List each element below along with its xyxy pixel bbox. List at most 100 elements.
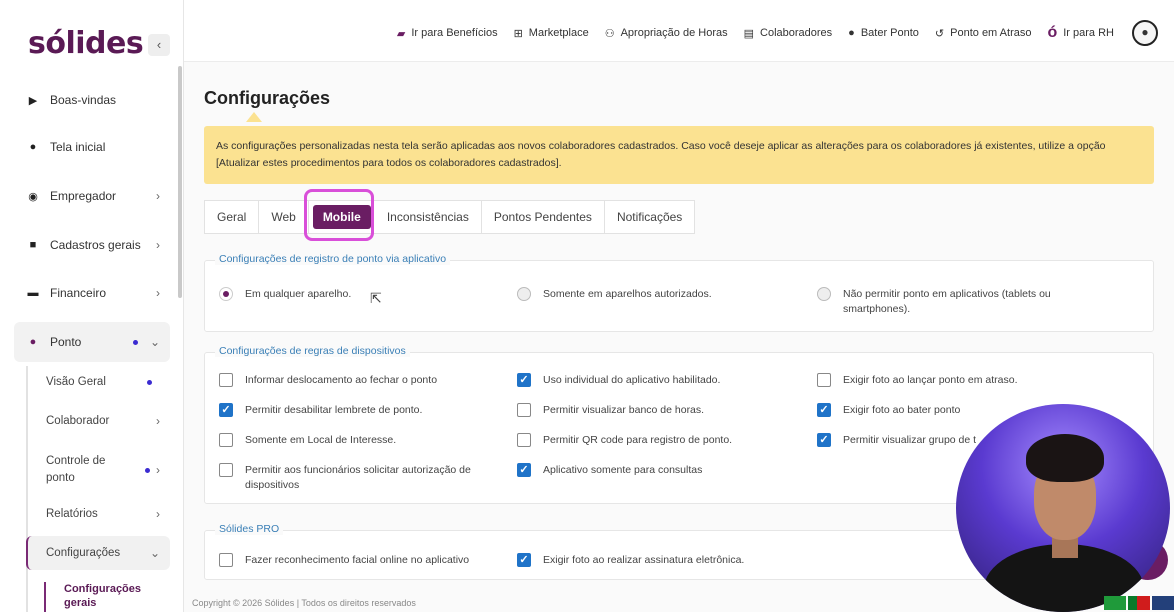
link-colaboradores[interactable]: ▤ Colaboradores [744,27,833,40]
link-label: Marketplace [528,27,589,39]
link-ir-para-beneficios[interactable]: ▰ Ir para Benefícios [397,27,498,40]
checkbox[interactable]: ✓ [517,463,531,477]
flag-portugal-icon[interactable] [1128,596,1150,610]
history-icon: ↺ [934,27,945,40]
subitem-label: Relatórios [46,508,98,520]
sidebar: sólides ‹ ▶ Boas-vindas ● Tela inicial ◉… [0,0,184,612]
checkbox-visualizar-banco-horas[interactable]: Permitir visualizar banco de horas. [517,403,704,418]
sidebar-subsubitem-configuracoes-gerais[interactable]: Configurações gerais [44,582,174,612]
flag-uk-icon[interactable] [1152,596,1174,610]
footer-copyright: Copyright © 2026 Sólides | Todos os dire… [192,598,416,608]
title-decoration [246,112,262,122]
solides-rh-icon: ó [1047,24,1058,41]
link-apropriacao-de-horas[interactable]: ⚇ Apropriação de Horas [605,27,728,40]
group-legend: Configurações de registro de ponto via a… [215,253,451,265]
play-icon: ▶ [28,94,38,107]
badge-icon: ▤ [743,27,755,40]
link-label: Apropriação de Horas [620,27,728,39]
link-ponto-em-atraso[interactable]: ↺ Ponto em Atraso [935,27,1032,40]
radio-somente-aparelhos-autorizados[interactable]: Somente em aparelhos autorizados. [517,287,712,302]
notification-dot [133,339,138,345]
checkbox[interactable] [219,433,233,447]
clock-icon: ● [29,336,37,348]
checkbox[interactable] [517,433,531,447]
user-circle-icon: ◉ [28,190,38,203]
sidebar-item-boas-vindas[interactable]: ▶ Boas-vindas [14,80,170,120]
radio-button[interactable] [517,287,531,301]
checkbox-desabilitar-lembrete[interactable]: ✓ Permitir desabilitar lembrete de ponto… [219,403,422,418]
checkbox-qr-code[interactable]: Permitir QR code para registro de ponto. [517,433,732,448]
checkbox[interactable] [219,553,233,567]
chevron-left-icon[interactable]: ‹ [148,34,170,56]
checkbox-solicitar-autorizacao[interactable]: Permitir aos funcionários solicitar auto… [219,463,489,493]
tab-web[interactable]: Web [259,201,309,233]
link-ir-para-rh[interactable]: ó Ir para RH [1047,24,1114,42]
checkbox-uso-individual[interactable]: ✓ Uso individual do aplicativo habilitad… [517,373,720,388]
sidebar-item-ponto[interactable]: ● Ponto ⌄ [14,322,170,362]
checkbox[interactable]: ✓ [517,553,531,567]
sidebar-item-label: Boas-vindas [50,93,117,107]
checkbox[interactable] [219,463,233,477]
user-icon[interactable]: ● [1132,20,1158,46]
option-label: Informar deslocamento ao fechar o ponto [245,374,438,386]
mouse-cursor-icon: ⇱ [370,290,382,306]
radio-button[interactable] [817,287,831,301]
solides-logo[interactable]: sólides [28,26,144,61]
checkbox-exigir-foto-atraso[interactable]: Exigir foto ao lançar ponto em atraso. [817,373,1018,388]
radio-em-qualquer-aparelho[interactable]: Em qualquer aparelho. [219,287,351,302]
list-icon: ■ [29,239,37,251]
submenu-line [26,366,28,612]
checkbox-foto-assinatura[interactable]: ✓ Exigir foto ao realizar assinatura ele… [517,553,744,568]
checkbox-reconhecimento-facial[interactable]: Fazer reconhecimento facial online no ap… [219,553,469,568]
option-label: Não permitir ponto em aplicativos (table… [843,288,1051,315]
sidebar-item-cadastros-gerais[interactable]: ■ Cadastros gerais › [14,225,170,265]
chevron-right-icon: › [156,414,160,428]
sidebar-item-label: Tela inicial [50,140,106,154]
sidebar-subitem-configuracoes[interactable]: Configurações ⌄ [26,536,170,570]
people-icon: ⚇ [604,27,615,40]
checkbox[interactable] [517,403,531,417]
flag-brazil-icon[interactable] [1104,596,1126,610]
sidebar-item-financeiro[interactable]: ▬ Financeiro › [14,273,170,313]
checkbox-somente-consultas[interactable]: ✓ Aplicativo somente para consultas [517,463,702,478]
checkbox[interactable]: ✓ [817,433,831,447]
sidebar-subitem-relatorios[interactable]: Relatórios › [46,507,170,521]
checkbox[interactable]: ✓ [517,373,531,387]
radio-button[interactable] [219,287,233,301]
money-icon: ▬ [27,287,39,299]
clock-icon: ● [848,27,855,39]
settings-tabs: Geral Web Mobile Inconsistências Pontos … [204,200,696,234]
checkbox-visualizar-grupo[interactable]: ✓ Permitir visualizar grupo de t [817,433,976,448]
sidebar-subitem-colaborador[interactable]: Colaborador › [46,414,170,428]
link-marketplace[interactable]: ⊞ Marketplace [514,27,589,40]
radio-nao-permitir-ponto[interactable]: Não permitir ponto em aplicativos (table… [817,287,1077,317]
checkbox[interactable] [817,373,831,387]
sidebar-scrollbar[interactable] [178,66,182,298]
group-legend: Sólides PRO [215,523,284,535]
link-bater-ponto[interactable]: ● Bater Ponto [848,27,919,39]
option-label: Exigir foto ao lançar ponto em atraso. [843,374,1018,386]
checkbox[interactable] [219,373,233,387]
tab-inconsistencias[interactable]: Inconsistências [375,201,482,233]
option-label: Em qualquer aparelho. [245,288,352,300]
option-label: Permitir aos funcionários solicitar auto… [245,464,471,491]
tab-geral[interactable]: Geral [205,201,260,233]
tab-notificacoes[interactable]: Notificações [605,201,694,233]
checkbox-local-interesse[interactable]: Somente em Local de Interesse. [219,433,396,448]
tab-pontos-pendentes[interactable]: Pontos Pendentes [482,201,605,233]
checkbox-exigir-foto-bater-ponto[interactable]: ✓ Exigir foto ao bater ponto [817,403,960,418]
chevron-right-icon: › [156,463,160,477]
checkbox[interactable]: ✓ [219,403,233,417]
sidebar-subitem-controle-de-ponto[interactable]: Controle de ponto › [46,454,170,486]
cart-icon: ⊞ [513,27,523,40]
sidebar-item-empregador[interactable]: ◉ Empregador › [14,176,170,216]
option-label: Exigir foto ao realizar assinatura eletr… [543,554,745,566]
chevron-down-icon: ⌄ [149,335,160,349]
checkbox-informar-deslocamento[interactable]: Informar deslocamento ao fechar o ponto [219,373,437,388]
sidebar-item-tela-inicial[interactable]: ● Tela inicial [14,127,170,167]
presenter-hair [1026,434,1104,482]
checkbox[interactable]: ✓ [817,403,831,417]
language-flags [1102,596,1174,610]
sidebar-subitem-visao-geral[interactable]: Visão Geral [46,376,170,388]
sidebar-item-label: Empregador [50,189,117,203]
